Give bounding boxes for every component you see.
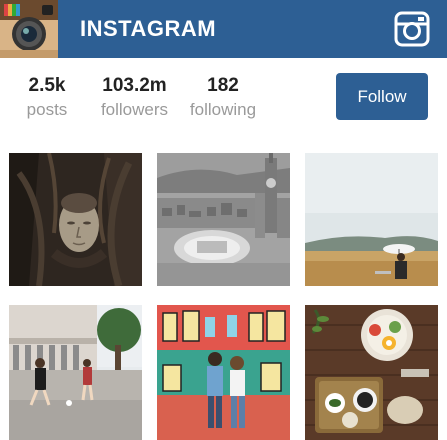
instagram-logo-icon [0, 0, 58, 58]
stat-following-value: 182 [207, 75, 239, 96]
follow-button[interactable]: Follow [336, 73, 428, 120]
stat-following-label: following [189, 100, 257, 119]
avatar[interactable] [0, 0, 58, 58]
stat-posts-value: 2.5k [28, 75, 66, 96]
photo-tile-2[interactable] [157, 153, 290, 286]
photo-tile-3[interactable] [305, 153, 438, 286]
stat-followers-label: followers [100, 100, 169, 119]
app-title: INSTAGRAM [80, 16, 217, 41]
photo-food-table [305, 305, 438, 440]
camera-icon [394, 11, 430, 47]
stat-followers-value: 103.2m [102, 75, 167, 96]
photo-city-aerial [157, 153, 290, 286]
stat-followers[interactable]: 103.2m followers [97, 74, 172, 122]
photo-tile-4[interactable] [9, 305, 142, 440]
stat-posts[interactable]: 2.5k posts [24, 74, 70, 122]
photo-tile-5[interactable] [157, 305, 290, 440]
photo-tile-1[interactable] [9, 153, 142, 286]
stat-posts-label: posts [26, 100, 68, 119]
photo-field-umbrella [305, 153, 438, 286]
photo-couple-mural [157, 305, 290, 440]
stat-following[interactable]: 182 following [187, 74, 259, 122]
photo-kids-football [9, 305, 142, 440]
camera-button[interactable] [394, 11, 430, 47]
photo-buddha-head [9, 153, 142, 286]
photo-tile-6[interactable] [305, 305, 438, 440]
app-header: INSTAGRAM [0, 0, 447, 58]
